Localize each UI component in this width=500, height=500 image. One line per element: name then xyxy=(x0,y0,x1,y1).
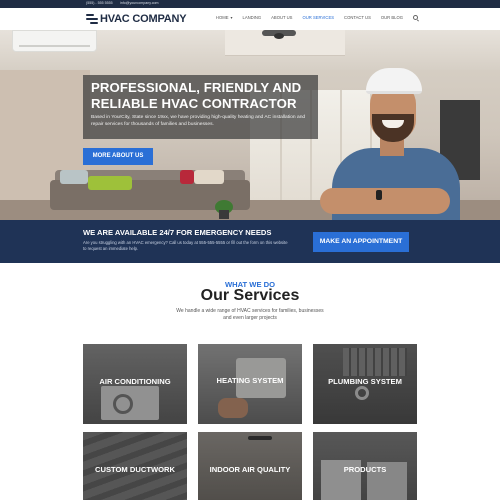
service-card-custom-ductwork[interactable]: Custom Ductwork xyxy=(83,432,187,500)
service-card-products[interactable]: Products xyxy=(313,432,417,500)
service-card-label: Products xyxy=(343,465,387,474)
chevron-down-icon[interactable]: ▾ xyxy=(230,15,232,20)
services-description: We handle a wide range of HVAC services … xyxy=(176,308,324,321)
service-card-air-conditioning[interactable]: Air Conditioning xyxy=(83,344,187,424)
plant-pot xyxy=(219,210,229,219)
nav-item-about-us[interactable]: About Us xyxy=(271,15,292,20)
email-text[interactable]: info@yourcompany.com xyxy=(120,1,159,5)
emergency-description: Are you struggling with an HVAC emergenc… xyxy=(83,240,288,251)
logo[interactable]: HVAC COMPANY xyxy=(86,11,187,27)
service-card-label: Indoor Air Quality xyxy=(209,465,291,474)
hero-description: Based in YourCity, State since 19xx, we … xyxy=(91,115,306,127)
pillow xyxy=(180,170,194,184)
nav-item-our-blog[interactable]: Our Blog xyxy=(381,15,403,20)
search-icon[interactable] xyxy=(413,15,418,20)
pillow xyxy=(194,170,224,184)
hard-hat-icon xyxy=(366,68,422,94)
site-header: HVAC COMPANY Home ▾ Landing About Us Our… xyxy=(0,8,500,30)
emergency-title: We Are Available 24/7 for Emergency Need… xyxy=(83,228,272,237)
air-conditioner-image xyxy=(12,30,97,52)
hero-title: Professional, Friendly and Reliable HVAC… xyxy=(91,80,302,111)
service-card-indoor-air-quality[interactable]: Indoor Air Quality xyxy=(198,432,302,500)
more-about-us-button[interactable]: More About Us xyxy=(83,148,153,165)
service-card-label: Heating System xyxy=(216,376,284,385)
services-title: Our Services xyxy=(200,287,300,304)
nav-item-home[interactable]: Home xyxy=(216,15,229,20)
service-card-plumbing-system[interactable]: Plumbing System xyxy=(313,344,417,424)
ceiling-fan-image xyxy=(262,30,296,39)
nav-item-landing[interactable]: Landing xyxy=(243,15,262,20)
service-card-label: Air Conditioning xyxy=(99,377,171,386)
service-card-label: Plumbing System xyxy=(328,377,402,386)
make-appointment-button[interactable]: Make an Appointment xyxy=(313,232,409,252)
service-card-heating-system[interactable]: Heating System xyxy=(198,344,302,424)
top-info-bar: (555) - 555 5555 info@yourcompany.com xyxy=(0,0,500,8)
pillow xyxy=(60,170,88,184)
logo-text: HVAC COMPANY xyxy=(100,13,187,25)
nav-item-contact-us[interactable]: Contact Us xyxy=(344,15,371,20)
nav-item-our-services[interactable]: Our Services xyxy=(302,15,334,20)
phone-text[interactable]: (555) - 555 5555 xyxy=(86,1,113,5)
hvac-logo-icon xyxy=(86,14,98,24)
technician-image xyxy=(320,60,470,220)
pillow xyxy=(88,176,132,190)
main-nav: Home ▾ Landing About Us Our Services Con… xyxy=(216,15,418,20)
service-card-label: Custom Ductwork xyxy=(94,465,175,474)
